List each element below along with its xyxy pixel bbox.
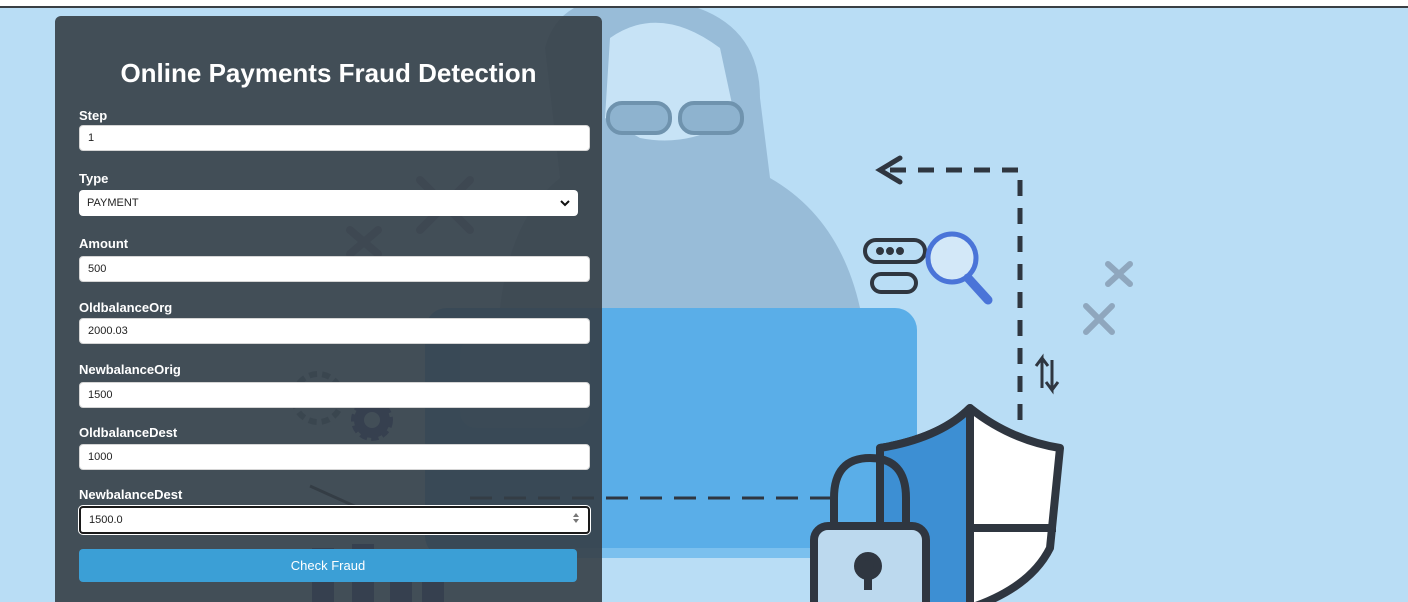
amount-label: Amount bbox=[79, 236, 129, 251]
newbalance-dest-input[interactable] bbox=[79, 506, 590, 534]
type-select[interactable]: PAYMENT bbox=[79, 190, 578, 216]
check-fraud-button[interactable]: Check Fraud bbox=[79, 549, 577, 582]
step-input[interactable] bbox=[79, 125, 590, 151]
type-label: Type bbox=[79, 171, 109, 186]
step-label: Step bbox=[79, 108, 108, 123]
oldbalance-org-label: OldbalanceOrg bbox=[79, 300, 173, 315]
chevron-down-icon bbox=[560, 199, 570, 206]
type-select-value: PAYMENT bbox=[87, 197, 139, 209]
newbalance-orig-label: NewbalanceOrig bbox=[79, 362, 181, 377]
browser-top-edge bbox=[0, 0, 1408, 8]
oldbalance-dest-input[interactable] bbox=[79, 444, 590, 470]
oldbalance-org-input[interactable] bbox=[79, 318, 590, 344]
number-spinner-icon[interactable] bbox=[572, 512, 580, 524]
fraud-form-panel: Online Payments Fraud Detection Step Typ… bbox=[55, 16, 602, 602]
newbalance-dest-label: NewbalanceDest bbox=[79, 487, 183, 502]
newbalance-dest-wrapper bbox=[79, 506, 590, 534]
oldbalance-dest-label: OldbalanceDest bbox=[79, 425, 178, 440]
newbalance-orig-input[interactable] bbox=[79, 382, 590, 408]
page-title: Online Payments Fraud Detection bbox=[120, 58, 537, 88]
amount-input[interactable] bbox=[79, 256, 590, 282]
